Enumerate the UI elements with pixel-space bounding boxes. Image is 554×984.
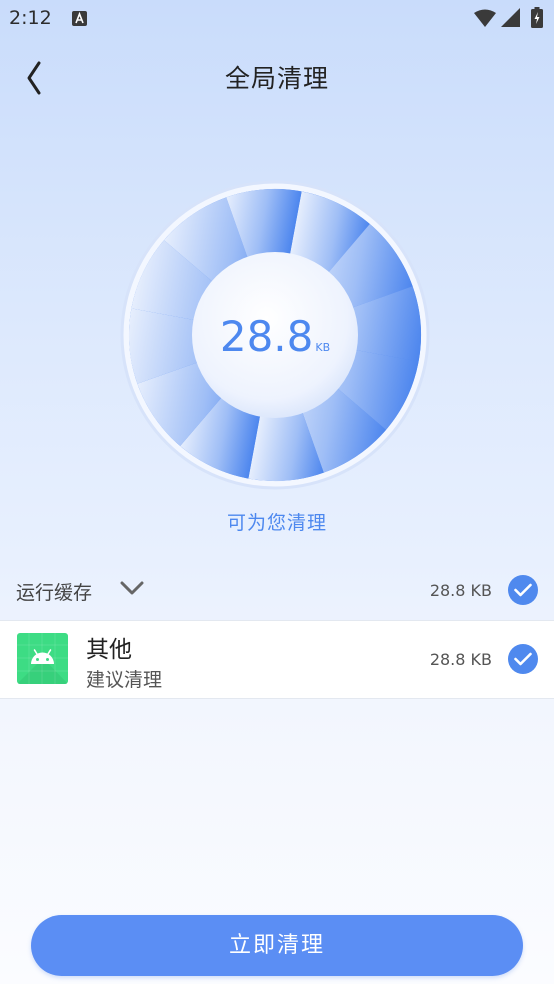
item-size: 28.8 KB <box>429 650 492 669</box>
android-app-icon <box>17 633 68 684</box>
page-title: 全局清理 <box>224 64 329 93</box>
item-subtitle: 建议清理 <box>86 669 163 691</box>
gauge-unit: KB <box>315 341 331 354</box>
gauge-number: 28.8 <box>219 312 314 361</box>
clean-now-button[interactable]: 立即清理 <box>31 915 523 976</box>
cleanup-gauge: 28.8 KB <box>120 180 430 490</box>
wifi-icon <box>474 9 496 27</box>
status-time: 2:12 <box>9 7 52 29</box>
item-name: 其他 <box>86 637 132 663</box>
clean-hint: 可为您清理 <box>226 512 327 534</box>
signal-icon <box>501 8 520 27</box>
category-row-running-cache[interactable]: 运行缓存 28.8 KB <box>0 560 554 620</box>
item-checkbox[interactable] <box>508 644 538 674</box>
header: 全局清理 <box>0 48 554 104</box>
check-icon <box>514 583 532 597</box>
app-notification-icon <box>72 11 87 26</box>
check-icon <box>514 652 532 666</box>
list-item[interactable]: 其他 建议清理 28.8 KB <box>0 620 554 699</box>
category-checkbox[interactable] <box>508 575 538 605</box>
battery-icon <box>531 7 543 28</box>
category-label: 运行缓存 <box>16 582 93 604</box>
chevron-down-icon[interactable] <box>120 580 144 596</box>
category-size: 28.8 KB <box>429 581 492 600</box>
gauge-value: 28.8 KB <box>120 312 430 361</box>
status-bar: 2:12 <box>0 0 554 38</box>
